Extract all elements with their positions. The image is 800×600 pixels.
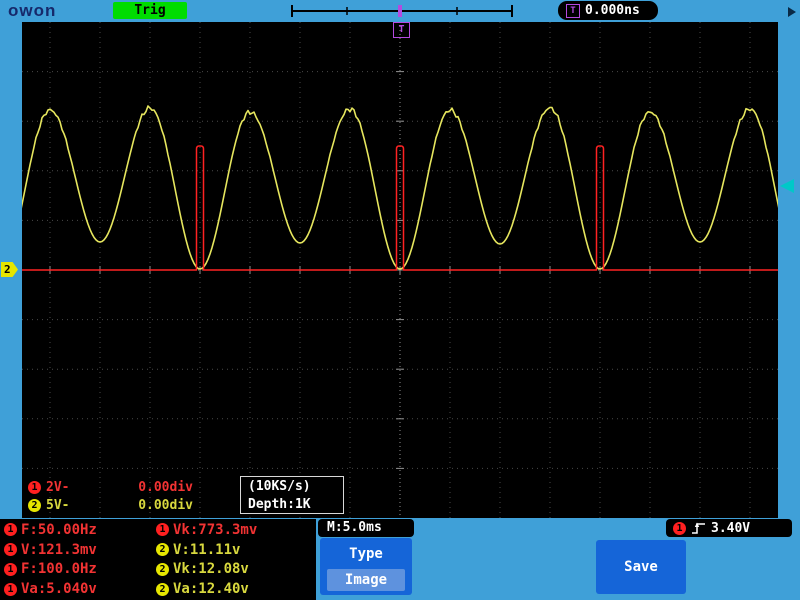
timebase-display: M:5.0ms [318,519,414,537]
measurement-value: Va:5.040v [21,581,97,598]
measurement-channel-badge: 1 [4,523,17,537]
waveform-canvas [22,22,778,518]
measurement-value: Vk:773.3mv [173,521,258,538]
channel-badge: 1 [28,480,41,494]
sample-rate: (10KS/s) [248,479,311,494]
measurement: 2 Va:12.40v [156,579,314,599]
measurement: 1 V:121.3mv [4,540,156,560]
measurement-value: Vk:12.08v [173,561,249,578]
channel-volts-per-div: 2V- [46,479,70,495]
trigger-level-display: 1 3.40V [666,519,792,537]
oscilloscope-screen: owon Trig T 0.000ns T 1 2V- 0.00div 2 5V- 0.0… [0,0,800,600]
trig-status: Trig [113,2,187,19]
horizontal-position-indicator [291,5,513,17]
memory-depth: Depth:1K [248,497,311,512]
trigger-t-icon: T [566,3,580,18]
channel-scale-row: 2 5V- 0.00div [28,496,193,514]
owon-logo: owon [8,1,57,20]
acquisition-info: (10KS/s) Depth:1K [240,476,344,514]
measurement: 1 F:50.00Hz [4,520,156,540]
trigger-level-arrow-icon[interactable] [780,179,794,193]
measurement-value: F:100.0Hz [21,561,97,578]
measurement-value: Va:12.40v [173,581,249,598]
trigger-source-badge: 1 [673,521,686,535]
measurement-channel-badge: 1 [156,523,169,537]
measurement: 1 Vk:773.3mv [156,520,314,540]
channel-scale-overlay: 1 2V- 0.00div 2 5V- 0.00div [28,478,193,514]
measurement-channel-badge: 1 [4,582,17,596]
channel-offset: 0.00div [138,497,193,513]
channel-volts-per-div: 5V- [46,497,70,513]
channel-scale-row: 1 2V- 0.00div [28,478,193,496]
channel-badge: 2 [28,498,41,512]
trigger-position-tick [398,5,402,17]
type-button[interactable]: Type Image [320,538,412,595]
measurement-value: V:121.3mv [21,541,97,558]
measurement: 2 Vk:12.08v [156,560,314,580]
channel2-position-marker[interactable]: 2 [1,262,18,277]
measurement-value: F:50.00Hz [21,521,97,538]
measurement-channel-badge: 1 [4,543,17,557]
scope-display: T 1 2V- 0.00div 2 5V- 0.00div (10KS/s) Depth:… [22,22,778,518]
channel-offset: 0.00div [138,479,193,495]
measurement-channel-badge: 2 [156,562,169,576]
trigger-horizontal-marker[interactable]: T [393,22,410,38]
measurement-channel-badge: 2 [156,543,169,557]
measurement: 2 V:11.11v [156,540,314,560]
menu-page-arrow-icon [788,7,796,17]
measurement-channel-badge: 1 [4,562,17,576]
measurement-value: V:11.11v [173,541,241,558]
trigger-time-value: 0.000ns [585,3,640,18]
type-button-value: Image [327,569,405,591]
type-button-label: Type [349,546,383,562]
measurement: 1 Va:5.040v [4,579,156,599]
trigger-time-display: T 0.000ns [558,1,658,20]
measurement-channel-badge: 2 [156,582,169,596]
save-button[interactable]: Save [596,540,686,594]
measurement: 1 F:100.0Hz [4,560,156,580]
measurement-panel: 1 F:50.00Hz 1 V:121.3mv 1 F:100.0Hz 1 Va:5.040v… [0,519,316,600]
rising-edge-icon [692,522,705,534]
trigger-level-value: 3.40V [711,520,751,536]
